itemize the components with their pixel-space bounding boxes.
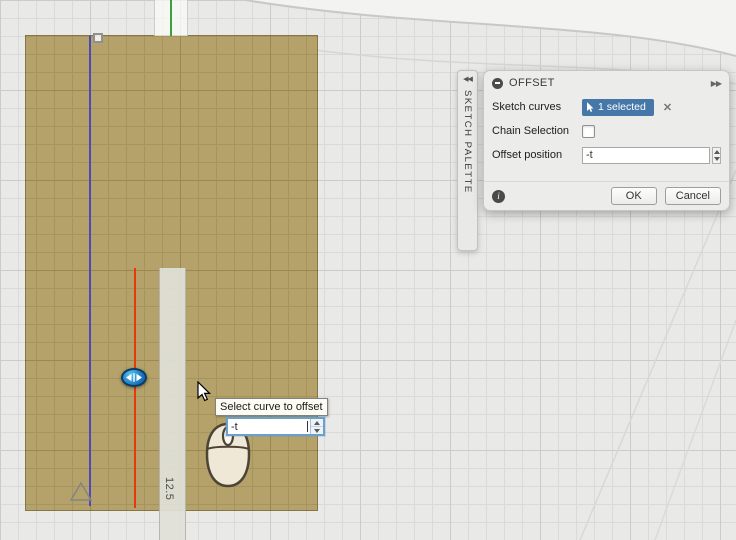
mouse-cursor xyxy=(197,381,212,402)
text-caret xyxy=(307,421,308,432)
sketch-curves-row: Sketch curves 1 selected ✕ xyxy=(484,95,729,119)
chain-selection-label: Chain Selection xyxy=(492,125,570,137)
dialog-collapse-button[interactable]: ▶▶ xyxy=(711,79,722,88)
arrow-up-icon xyxy=(713,149,720,154)
clear-selection-button[interactable]: ✕ xyxy=(663,101,672,114)
dialog-title: OFFSET xyxy=(509,77,555,89)
arrow-down-icon xyxy=(713,156,720,161)
ok-button[interactable]: OK xyxy=(610,187,657,205)
inline-input-spinner[interactable] xyxy=(310,419,323,434)
cursor-icon xyxy=(587,101,594,112)
offset-dialog: OFFSET ▶▶ Sketch curves 1 selected ✕ Cha… xyxy=(483,70,730,211)
selected-curve-red[interactable] xyxy=(134,268,136,508)
offset-dialog-icon xyxy=(492,77,503,89)
spin-down-button[interactable] xyxy=(311,427,323,434)
offset-position-row: Offset position xyxy=(484,143,729,167)
palette-collapse-button[interactable]: ◀◀ xyxy=(463,75,473,83)
offset-drag-handle[interactable] xyxy=(121,368,147,387)
dialog-footer: i OK Cancel xyxy=(484,181,729,210)
offset-position-input[interactable] xyxy=(582,146,710,164)
spin-up-button[interactable] xyxy=(311,419,323,427)
corner-marker xyxy=(93,33,103,43)
selection-count: 1 selected xyxy=(598,101,646,113)
offset-position-spinner[interactable] xyxy=(712,146,721,164)
arrow-up-icon xyxy=(314,420,320,425)
triangle-constraint-marker xyxy=(69,481,93,501)
dimension-label[interactable]: 12.5 xyxy=(163,477,175,500)
sketch-line-blue[interactable] xyxy=(89,36,91,506)
palette-title: SKETCH PALETTE xyxy=(462,90,473,194)
dialog-header[interactable]: OFFSET ▶▶ xyxy=(484,71,729,95)
construction-line-green[interactable] xyxy=(170,0,172,36)
offset-value-inline-input[interactable]: -t xyxy=(226,417,325,436)
sketch-curves-selection-chip[interactable]: 1 selected xyxy=(582,98,654,116)
chain-selection-row: Chain Selection xyxy=(484,119,729,143)
sketch-palette-panel: ◀◀ SKETCH PALETTE xyxy=(457,70,478,251)
offset-tooltip: Select curve to offset xyxy=(215,398,328,416)
sketch-curves-label: Sketch curves xyxy=(492,101,562,113)
offset-position-label: Offset position xyxy=(492,149,563,161)
info-icon[interactable]: i xyxy=(492,189,505,203)
sketch-canvas[interactable]: 12.5 Select curve to offset -t ◀◀ SKETCH… xyxy=(0,0,736,540)
cancel-button[interactable]: Cancel xyxy=(664,187,721,205)
arrow-down-icon xyxy=(314,428,320,433)
inline-input-value: -t xyxy=(231,421,238,433)
offset-arrows-icon xyxy=(126,373,142,382)
chain-selection-checkbox[interactable] xyxy=(582,124,595,138)
